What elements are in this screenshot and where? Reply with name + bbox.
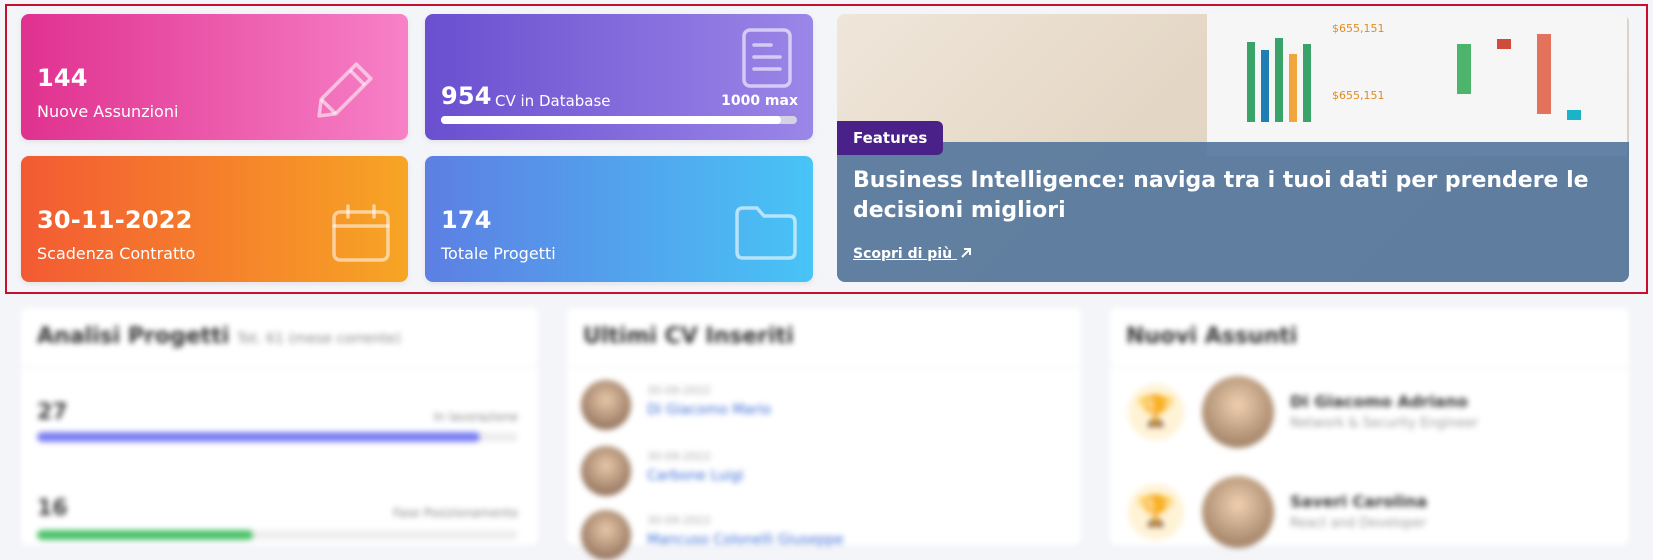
project-row-bar xyxy=(37,530,518,540)
pencil-icon xyxy=(317,62,373,118)
contract-label: Scadenza Contratto xyxy=(37,244,196,263)
avatar xyxy=(581,510,631,560)
arrow-up-right-icon xyxy=(961,248,971,258)
discover-more-link[interactable]: Scopri di più xyxy=(853,246,972,262)
latest-cv-panel: Ultimi CV Inseriti 30-09-2022 Di Giacomo… xyxy=(567,308,1081,560)
project-row-bar xyxy=(37,432,518,442)
folder-icon xyxy=(735,206,797,260)
new-hires-panel: Nuovi Assunti 🏆 Di Giacomo Adriano Netwo… xyxy=(1110,308,1629,548)
new-hires-label: Nuove Assunzioni xyxy=(37,102,179,121)
panel-title: Analisi Progetti Tot. 61 (mese corrente) xyxy=(37,324,401,349)
trophy-icon: 🏆 xyxy=(1128,384,1184,440)
project-row-fill xyxy=(37,530,254,540)
calendar-icon xyxy=(332,204,390,262)
hire-name: Saveri Carolina xyxy=(1290,492,1428,511)
cv-name-link[interactable]: Carbone Luigi xyxy=(647,468,744,484)
hire-role: Network & Security Engineer xyxy=(1290,416,1479,431)
avatar xyxy=(581,380,631,430)
dashboard-screenshot-image: $655,151 $655,151 xyxy=(1207,14,1627,156)
cv-progress-bar xyxy=(441,116,797,124)
projects-label: Totale Progetti xyxy=(441,244,556,263)
cv-database-card[interactable]: 954 CV in Database 1000 max xyxy=(425,14,813,140)
hire-role: React and Developer xyxy=(1290,516,1427,531)
project-row-value: 27 xyxy=(37,400,68,425)
screenshot-value-2: $655,151 xyxy=(1332,89,1385,102)
discover-more-label: Scopri di più xyxy=(853,246,953,262)
cv-count: 954 xyxy=(441,82,492,110)
contract-date: 30-11-2022 xyxy=(37,206,193,234)
cv-progress-fill xyxy=(441,116,781,124)
project-row-label: Fase Posizionamento xyxy=(393,506,518,520)
projects-count: 174 xyxy=(441,206,492,234)
avatar xyxy=(1202,376,1274,448)
cv-name-link[interactable]: Di Giacomo Mario xyxy=(647,402,771,418)
cv-date: 30-09-2022 xyxy=(647,384,711,397)
cv-max-label: 1000 max xyxy=(721,93,798,109)
project-row-label: In lavorazione xyxy=(433,410,518,424)
cv-date: 30-09-2022 xyxy=(647,450,711,463)
cv-date: 30-09-2022 xyxy=(647,514,711,527)
panel-title: Nuovi Assunti xyxy=(1126,324,1298,349)
new-hires-count: 144 xyxy=(37,64,88,92)
avatar xyxy=(581,446,631,496)
feature-banner[interactable]: $655,151 $655,151 Features Business Inte… xyxy=(837,14,1629,282)
project-row-value: 16 xyxy=(37,496,68,521)
feature-title: Business Intelligence: naviga tra i tuoi… xyxy=(853,168,1589,223)
cv-label: CV in Database xyxy=(495,92,611,110)
avatar xyxy=(1202,476,1274,548)
project-row-fill xyxy=(37,432,480,442)
contract-expiry-card[interactable]: 30-11-2022 Scadenza Contratto xyxy=(21,156,408,282)
project-analysis-panel: Analisi Progetti Tot. 61 (mese corrente)… xyxy=(21,308,538,545)
total-projects-card[interactable]: 174 Totale Progetti xyxy=(425,156,813,282)
panel-title: Ultimi CV Inseriti xyxy=(583,324,794,349)
cv-name-link[interactable]: Mancuso Colonelli Giuseppe xyxy=(647,532,844,548)
trophy-icon: 🏆 xyxy=(1128,484,1184,540)
document-icon xyxy=(742,28,792,88)
new-hires-card[interactable]: 144 Nuove Assunzioni xyxy=(21,14,408,140)
hire-name: Di Giacomo Adriano xyxy=(1290,392,1468,411)
features-tag: Features xyxy=(837,121,944,155)
screenshot-value-1: $655,151 xyxy=(1332,22,1385,35)
